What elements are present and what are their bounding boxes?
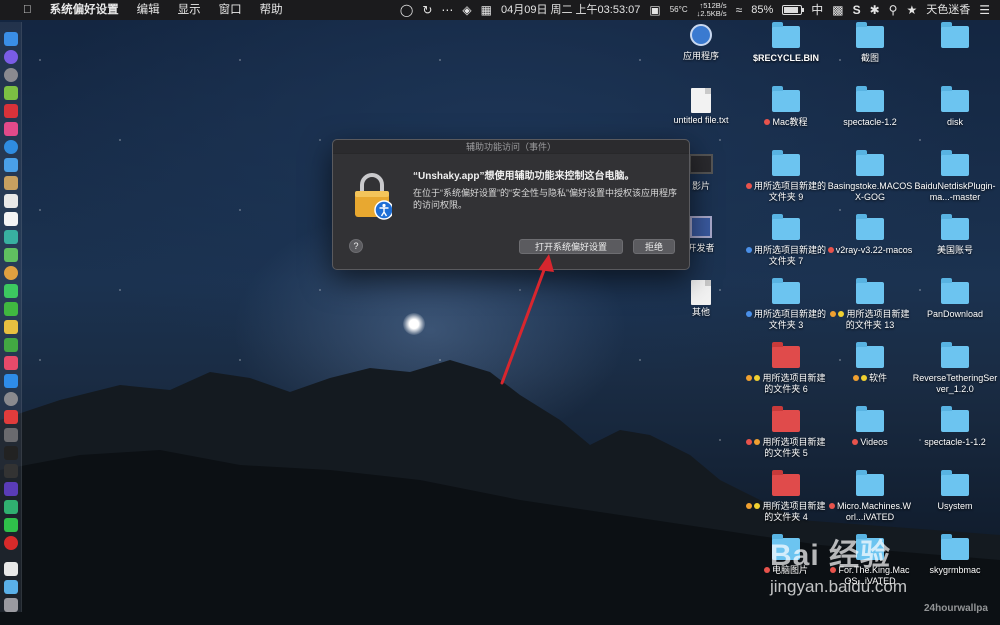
baidu-jingyan-logo: Bai 经验 <box>770 539 892 572</box>
watermark-url: jingyan.baidu.com <box>770 577 908 596</box>
wallpaper-credit: 24hourwallpa <box>924 603 988 614</box>
